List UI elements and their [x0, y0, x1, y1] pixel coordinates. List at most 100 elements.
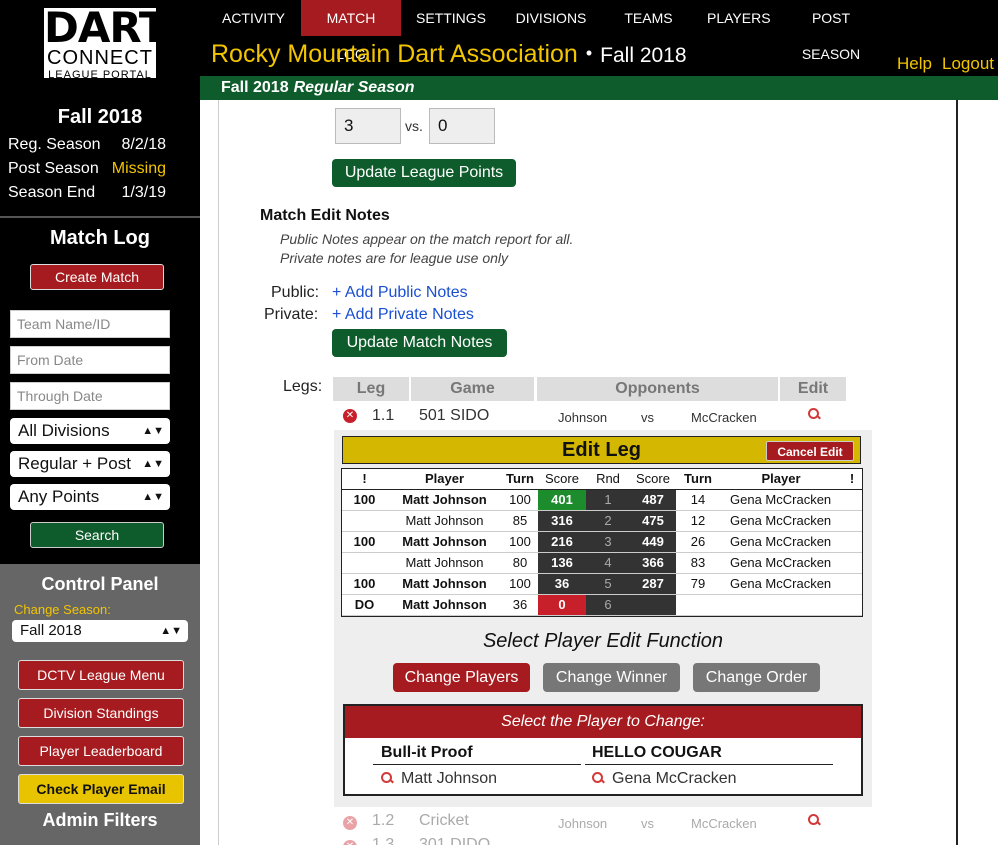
change-season-label: Change Season:	[14, 602, 111, 617]
select-arrows-icon: ▲▼	[142, 458, 164, 470]
delete-leg-icon[interactable]: ✕	[343, 409, 357, 423]
team1-player-option[interactable]: Matt Johnson	[381, 770, 497, 788]
mark-cell	[842, 594, 862, 616]
table-row[interactable]: 100 Matt Johnson 100 36 5 287 79 Gena Mc…	[342, 573, 862, 595]
change-order-button[interactable]: Change Order	[693, 663, 820, 692]
add-public-notes-link[interactable]: + Add Public Notes	[332, 284, 468, 302]
nav-teams[interactable]: TEAMS	[601, 0, 696, 36]
delete-leg-icon[interactable]: ✕	[343, 840, 357, 845]
divisions-select[interactable]: All Divisions ▲▼	[10, 418, 170, 444]
check-player-email-button[interactable]: Check Player Email	[18, 774, 184, 804]
control-panel: Control Panel Change Season: Fall 2018 ▲▼…	[0, 564, 200, 845]
team2-player-option[interactable]: Gena McCracken	[592, 770, 737, 788]
change-winner-button[interactable]: Change Winner	[543, 663, 680, 692]
table-row[interactable]: 100 Matt Johnson 100 216 3 449 26 Gena M…	[342, 531, 862, 553]
mark-cell	[842, 552, 862, 574]
match-edit-notes-title: Match Edit Notes	[260, 207, 390, 224]
division-standings-button[interactable]: Division Standings	[18, 698, 184, 728]
add-private-notes-link[interactable]: + Add Private Notes	[332, 306, 474, 324]
away-points-input[interactable]: 0	[429, 108, 495, 144]
score1-cell: 316	[538, 510, 586, 532]
update-match-notes-button[interactable]: Update Match Notes	[332, 329, 507, 357]
nav-post-season[interactable]: POST SEASON	[776, 0, 886, 62]
leg-row[interactable]: ✕ 1.1 501 SIDO Johnson vs McCracken	[333, 405, 873, 429]
round-cell: 4	[586, 552, 630, 574]
turn1-cell: 85	[502, 510, 538, 532]
season-bar-phase: Regular Season	[293, 79, 415, 96]
legs-label: Legs:	[283, 378, 323, 395]
public-notes-label: Public:	[271, 284, 320, 301]
edit-leg-header: Edit Leg Cancel Edit	[342, 436, 861, 464]
help-link[interactable]: Help	[897, 54, 932, 73]
table-row[interactable]: DO Matt Johnson 36 0 6	[342, 594, 862, 616]
player1-cell: Matt Johnson	[387, 552, 502, 574]
score2-cell: 449	[630, 531, 676, 553]
player1-cell: Matt Johnson	[387, 510, 502, 532]
mark-cell	[842, 510, 862, 532]
magnifier-icon[interactable]	[808, 814, 820, 826]
col-header: !	[342, 469, 387, 490]
leg-row[interactable]: ✕ 1.3 301 DIDO	[333, 836, 873, 845]
from-date-input[interactable]: From Date	[10, 346, 170, 374]
leg-player2: McCracken	[691, 816, 757, 831]
update-league-points-button[interactable]: Update League Points	[332, 159, 516, 187]
mark-cell: 100	[342, 573, 387, 595]
score2-cell: 287	[630, 573, 676, 595]
table-row[interactable]: Matt Johnson 85 316 2 475 12 Gena McCrac…	[342, 510, 862, 532]
season-bar: Fall 2018 Regular Season	[200, 76, 998, 100]
cancel-edit-button[interactable]: Cancel Edit	[766, 441, 854, 461]
nav-match-log[interactable]: MATCH LOG	[301, 0, 401, 62]
score1-cell: 0	[538, 594, 586, 616]
magnifier-icon	[381, 772, 393, 784]
table-row[interactable]: Matt Johnson 80 136 4 366 83 Gena McCrac…	[342, 552, 862, 574]
turn1-cell: 100	[502, 531, 538, 553]
dctv-league-menu-button[interactable]: DCTV League Menu	[18, 660, 184, 690]
leg-throws-table: ! Player Turn Score Rnd Score Turn Playe…	[341, 468, 863, 617]
score1-cell: 401	[538, 489, 586, 511]
turn2-cell: 12	[676, 510, 720, 532]
nav-players[interactable]: PLAYERS	[696, 0, 776, 36]
player1-cell: Matt Johnson	[387, 573, 502, 595]
points-vs-label: vs.	[405, 118, 423, 134]
home-points-input[interactable]: 3	[335, 108, 401, 144]
player2-cell	[720, 594, 842, 616]
leg-row[interactable]: ✕ 1.2 Cricket Johnson vs McCracken	[333, 812, 873, 836]
points-select[interactable]: Any Points ▲▼	[10, 484, 170, 510]
round-cell: 6	[586, 594, 630, 616]
table-row[interactable]: 100 Matt Johnson 100 401 1 487 14 Gena M…	[342, 489, 862, 511]
logo-line1: DART	[44, 3, 167, 52]
logout-link[interactable]: Logout	[942, 54, 994, 73]
leg-player1: Johnson	[558, 410, 608, 425]
title-separator: •	[585, 43, 593, 63]
post-season-status: Missing	[111, 160, 166, 177]
team1-name: Bull-it Proof	[381, 744, 473, 761]
team-search-input[interactable]: Team Name/ID	[10, 310, 170, 338]
season-type-select[interactable]: Regular + Post ▲▼	[10, 451, 170, 477]
player2-cell: Gena McCracken	[720, 552, 842, 574]
nav-settings[interactable]: SETTINGS	[401, 0, 501, 36]
mark-cell	[342, 510, 387, 532]
nav-activity[interactable]: ACTIVITY	[206, 0, 301, 36]
mark-cell: 100	[342, 531, 387, 553]
magnifier-icon[interactable]	[808, 408, 820, 420]
score2-cell: 475	[630, 510, 676, 532]
legs-header-edit: Edit	[780, 377, 846, 401]
content-border-right	[956, 100, 958, 845]
season-select[interactable]: Fall 2018 ▲▼	[12, 620, 188, 642]
player2-cell: Gena McCracken	[720, 510, 842, 532]
player-leaderboard-button[interactable]: Player Leaderboard	[18, 736, 184, 766]
sidebar: Fall 2018 Reg. Season 8/2/18 Post Season…	[0, 78, 200, 845]
turn1-cell: 36	[502, 594, 538, 616]
score1-cell: 216	[538, 531, 586, 553]
leg-game: Cricket	[419, 812, 469, 829]
search-button[interactable]: Search	[30, 522, 164, 548]
nav-divisions[interactable]: DIVISIONS	[501, 0, 601, 36]
col-header: Score	[630, 469, 676, 490]
through-date-input[interactable]: Through Date	[10, 382, 170, 410]
create-match-button[interactable]: Create Match	[30, 264, 164, 290]
reg-season-label: Reg. Season	[8, 136, 101, 153]
change-players-button[interactable]: Change Players	[393, 663, 530, 692]
top-links: Help Logout	[887, 54, 994, 74]
season-type-select-value: Regular + Post	[18, 454, 131, 473]
delete-leg-icon[interactable]: ✕	[343, 816, 357, 830]
